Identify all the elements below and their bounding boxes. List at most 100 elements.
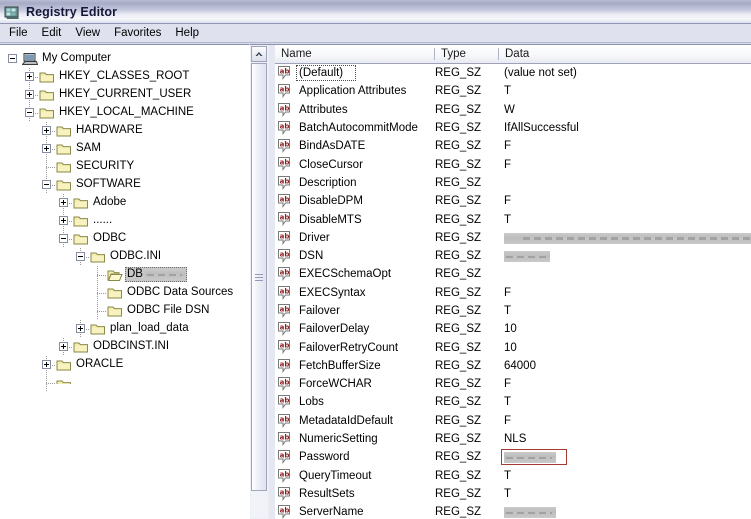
tree-node-plan-load-data[interactable]: plan_load_data bbox=[0, 320, 249, 338]
svg-text:ab: ab bbox=[280, 305, 290, 313]
tree-node-label: ORACLE bbox=[76, 358, 124, 370]
value-row[interactable]: ab Failover REG_SZ T bbox=[275, 302, 751, 320]
svg-text:ab: ab bbox=[280, 415, 290, 423]
value-type: REG_SZ bbox=[435, 122, 482, 135]
collapse-toggle-icon[interactable] bbox=[59, 234, 68, 243]
collapse-toggle-icon[interactable] bbox=[76, 252, 85, 261]
value-data: T bbox=[504, 396, 512, 409]
registry-tree[interactable]: My Computer HKEY_CLASSES_ROOT HKEY_CURRENT… bbox=[0, 45, 249, 392]
value-row[interactable]: ab Description REG_SZ bbox=[275, 174, 751, 192]
value-name: Lobs bbox=[299, 396, 324, 409]
svg-text:ab: ab bbox=[280, 159, 290, 167]
string-value-icon: ab bbox=[278, 377, 293, 392]
expand-toggle-icon[interactable] bbox=[59, 198, 68, 207]
string-value-icon: ab bbox=[278, 303, 293, 318]
tree-guide bbox=[97, 311, 107, 312]
value-row[interactable]: ab ForceWCHAR REG_SZ F bbox=[275, 375, 751, 393]
tree-node-label: ODBC File DSN bbox=[127, 304, 210, 316]
tree-node-db[interactable]: DB bbox=[0, 266, 249, 284]
value-row[interactable]: ab FailoverDelay REG_SZ 10 bbox=[275, 320, 751, 338]
value-row[interactable]: ab MetadataIdDefault REG_SZ F bbox=[275, 412, 751, 430]
tree-node-odbc-file-dsn[interactable]: ODBC File DSN bbox=[0, 302, 249, 320]
tree-node-my-computer[interactable]: My Computer bbox=[0, 50, 249, 68]
tree-node-hardware[interactable]: HARDWARE bbox=[0, 122, 249, 140]
value-data: 10 bbox=[504, 341, 517, 354]
tree-node-oracle[interactable]: ORACLE bbox=[0, 356, 249, 374]
tree-node-hkey-local-machine[interactable]: HKEY_LOCAL_MACHINE bbox=[0, 104, 249, 122]
value-row[interactable]: ab DisableMTS REG_SZ T bbox=[275, 210, 751, 228]
string-value-icon: ab bbox=[278, 84, 293, 99]
value-row[interactable]: ab (Default) REG_SZ (value not set) bbox=[275, 64, 751, 82]
collapse-toggle-icon[interactable] bbox=[42, 180, 51, 189]
expand-toggle-icon[interactable] bbox=[42, 360, 51, 369]
expand-toggle-icon[interactable] bbox=[59, 216, 68, 225]
values-list[interactable]: ab (Default) REG_SZ (value not set) ab Applic… bbox=[275, 64, 751, 519]
column-header-type[interactable]: Type bbox=[435, 45, 498, 63]
menu-view[interactable]: View bbox=[68, 25, 107, 41]
expand-toggle-icon[interactable] bbox=[59, 342, 68, 351]
string-value-icon: ab bbox=[278, 194, 293, 209]
value-row[interactable]: ab QueryTimeout REG_SZ T bbox=[275, 467, 751, 485]
value-row[interactable]: ab Driver REG_SZ bbox=[275, 229, 751, 247]
value-row[interactable]: ab EXECSyntax REG_SZ F bbox=[275, 284, 751, 302]
redacted-key-name bbox=[145, 269, 185, 280]
tree-node-label: ODBC bbox=[93, 232, 127, 244]
tree-node-[interactable]: ...... bbox=[0, 212, 249, 230]
string-value-icon: ab bbox=[278, 468, 293, 483]
expand-toggle-icon[interactable] bbox=[42, 144, 51, 153]
value-row[interactable]: ab Password REG_SZ bbox=[275, 448, 751, 466]
menu-file[interactable]: File bbox=[2, 25, 35, 41]
scroll-up-arrow-icon[interactable] bbox=[251, 46, 267, 62]
collapse-toggle-icon[interactable] bbox=[8, 54, 17, 63]
value-row[interactable]: ab DisableDPM REG_SZ F bbox=[275, 192, 751, 210]
value-row[interactable]: ab Application Attributes REG_SZ T bbox=[275, 82, 751, 100]
value-row[interactable]: ab ServerName REG_SZ bbox=[275, 503, 751, 519]
expand-toggle-icon[interactable] bbox=[25, 72, 34, 81]
svg-text:ab: ab bbox=[280, 433, 290, 441]
value-row[interactable]: ab FetchBufferSize REG_SZ 64000 bbox=[275, 357, 751, 375]
value-row[interactable]: ab DSN REG_SZ bbox=[275, 247, 751, 265]
column-header-data[interactable]: Data bbox=[499, 45, 751, 63]
value-row[interactable]: ab BatchAutocommitMode REG_SZ IfAllSuccessf… bbox=[275, 119, 751, 137]
value-row[interactable]: ab Lobs REG_SZ T bbox=[275, 393, 751, 411]
value-name: ResultSets bbox=[299, 487, 355, 500]
tree-node-odbc-ini[interactable]: ODBC.INI bbox=[0, 248, 249, 266]
value-row[interactable]: ab FailoverRetryCount REG_SZ 10 bbox=[275, 338, 751, 356]
value-row[interactable]: ab EXECSchemaOpt REG_SZ bbox=[275, 265, 751, 283]
string-value-icon: ab bbox=[278, 66, 293, 81]
tree-vertical-scrollbar[interactable] bbox=[250, 44, 269, 519]
menu-edit[interactable]: Edit bbox=[35, 25, 69, 41]
value-row[interactable]: ab CloseCursor REG_SZ F bbox=[275, 155, 751, 173]
tree-node-clipped[interactable] bbox=[0, 374, 249, 392]
expand-toggle-icon[interactable] bbox=[25, 90, 34, 99]
value-row[interactable]: ab Attributes REG_SZ W bbox=[275, 101, 751, 119]
collapse-toggle-icon[interactable] bbox=[25, 108, 34, 117]
tree-node-security[interactable]: SECURITY bbox=[0, 158, 249, 176]
value-row[interactable]: ab ResultSets REG_SZ T bbox=[275, 485, 751, 503]
tree-node-sam[interactable]: SAM bbox=[0, 140, 249, 158]
svg-text:ab: ab bbox=[280, 140, 290, 148]
tree-node-odbc[interactable]: ODBC bbox=[0, 230, 249, 248]
string-value-icon: ab bbox=[278, 285, 293, 300]
expand-toggle-icon[interactable] bbox=[76, 324, 85, 333]
value-row[interactable]: ab NumericSetting REG_SZ NLS bbox=[275, 430, 751, 448]
tree-node-hkey-classes-root[interactable]: HKEY_CLASSES_ROOT bbox=[0, 68, 249, 86]
menu-favorites[interactable]: Favorites bbox=[107, 25, 168, 41]
value-name: (Default) bbox=[299, 67, 344, 80]
tree-node-odbcinst-ini[interactable]: ODBCINST.INI bbox=[0, 338, 249, 356]
column-header-name[interactable]: Name bbox=[275, 45, 434, 63]
tree-node-software[interactable]: SOFTWARE bbox=[0, 176, 249, 194]
scrollbar-thumb[interactable] bbox=[251, 63, 267, 491]
tree-node-hkey-current-user[interactable]: HKEY_CURRENT_USER bbox=[0, 86, 249, 104]
scrollbar-track[interactable] bbox=[251, 63, 267, 518]
expand-toggle-icon[interactable] bbox=[42, 126, 51, 135]
tree-node-label: HKEY_CURRENT_USER bbox=[59, 88, 192, 100]
string-value-icon: ab bbox=[278, 212, 293, 227]
tree-node-adobe[interactable]: Adobe bbox=[0, 194, 249, 212]
value-row[interactable]: ab BindAsDATE REG_SZ F bbox=[275, 137, 751, 155]
tree-node-odbc-data-sources[interactable]: ODBC Data Sources bbox=[0, 284, 249, 302]
value-name: Attributes bbox=[299, 103, 348, 116]
value-data: 10 bbox=[504, 323, 517, 336]
value-type: REG_SZ bbox=[435, 414, 482, 427]
menu-help[interactable]: Help bbox=[168, 25, 206, 41]
